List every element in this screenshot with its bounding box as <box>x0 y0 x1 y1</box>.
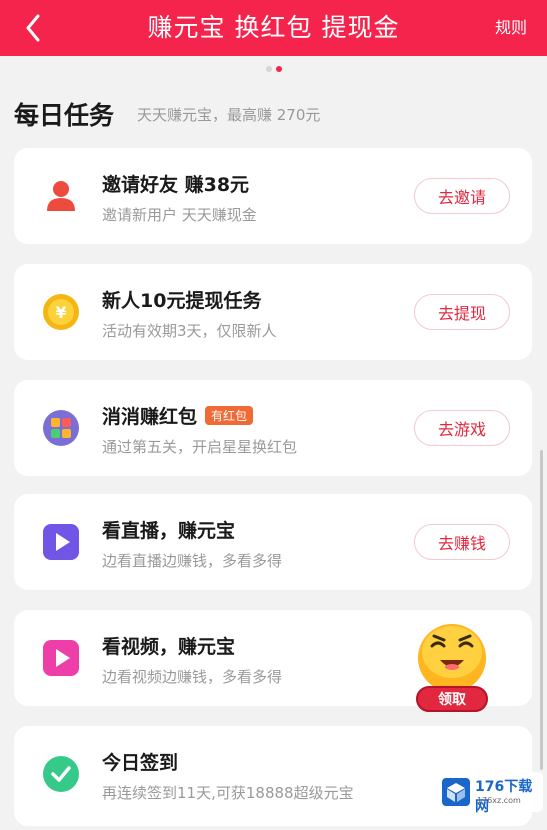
task-description: 邀请新用户 天天赚现金 <box>102 206 257 224</box>
task-card-withdraw: ¥ 新人10元提现任务 活动有效期3天，仅限新人 去提现 <box>14 264 532 360</box>
task-description: 活动有效期3天，仅限新人 <box>102 322 277 340</box>
task-description: 再连续签到11天,可获18888超级元宝 <box>102 784 354 802</box>
site-watermark: 176下载网 176xz.com <box>437 772 543 815</box>
live-play-icon <box>43 524 79 560</box>
invite-button[interactable]: 去邀请 <box>414 178 510 214</box>
task-card-game: 消消赚红包 有红包 通过第五关，开启星星换红包 去游戏 <box>14 380 532 476</box>
page-dot-active <box>275 66 282 72</box>
task-title-text: 消消赚红包 <box>102 406 198 428</box>
page-title: 赚元宝 换红包 提现金 <box>147 13 400 42</box>
withdraw-button[interactable]: 去提现 <box>414 294 510 330</box>
game-icon <box>43 410 79 446</box>
section-title: 每日任务 <box>14 101 115 130</box>
task-description: 边看直播边赚钱，多看多得 <box>102 552 283 570</box>
task-title: 看直播，赚元宝 <box>102 520 236 542</box>
play-game-button[interactable]: 去游戏 <box>414 410 510 446</box>
task-title: 邀请好友 赚38元 <box>102 174 250 196</box>
task-title: 看视频，赚元宝 <box>102 636 236 658</box>
header-bar: 赚元宝 换红包 提现金 规则 <box>0 0 547 56</box>
task-card-invite: 邀请好友 赚38元 邀请新用户 天天赚现金 去邀请 <box>14 148 532 244</box>
task-description: 边看视频边赚钱，多看多得 <box>102 668 283 686</box>
task-card-live: 看直播，赚元宝 边看直播边赚钱，多看多得 去赚钱 <box>14 494 532 590</box>
rules-link[interactable]: 规则 <box>495 14 527 38</box>
svg-text:¥: ¥ <box>55 303 66 322</box>
scrollbar[interactable] <box>540 450 543 770</box>
earn-money-button[interactable]: 去赚钱 <box>414 524 510 560</box>
task-description: 通过第五关，开启星星换红包 <box>102 438 298 456</box>
task-title: 新人10元提现任务 <box>102 290 262 312</box>
page-dot <box>265 66 272 72</box>
section-subtitle: 天天赚元宝，最高赚 270元 <box>137 106 321 124</box>
video-play-icon <box>43 640 79 676</box>
task-title: 今日签到 <box>102 752 179 774</box>
claim-button[interactable]: 领取 <box>416 686 488 712</box>
user-icon <box>47 181 75 211</box>
page-indicator <box>0 57 547 72</box>
red-packet-badge: 有红包 <box>205 406 254 425</box>
task-title: 消消赚红包 有红包 <box>102 402 254 429</box>
checkmark-icon <box>43 756 79 792</box>
watermark-url: 176xz.com <box>477 796 521 805</box>
yuan-coin-icon: ¥ <box>43 294 79 330</box>
watermark-logo-icon <box>442 778 470 806</box>
